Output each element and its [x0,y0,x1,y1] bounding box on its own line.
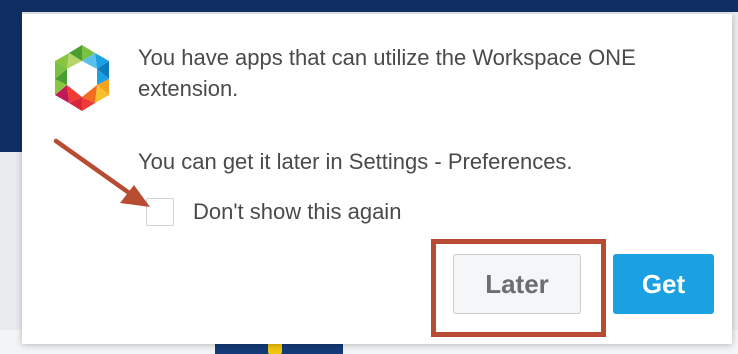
dont-show-again-option[interactable]: Don't show this again [146,197,401,227]
dont-show-again-checkbox[interactable] [146,198,174,226]
background-top-bar [0,0,738,12]
background-left-panel [0,12,22,152]
get-button[interactable]: Get [613,254,714,314]
later-button[interactable]: Later [453,254,581,314]
dialog-hint: You can get it later in Settings - Prefe… [138,149,573,174]
extension-prompt-dialog: You have apps that can utilize the Works… [22,14,732,344]
dialog-message: You have apps that can utilize the Works… [138,45,636,101]
workspace-one-logo-icon [55,45,109,111]
dont-show-again-label[interactable]: Don't show this again [193,199,401,225]
